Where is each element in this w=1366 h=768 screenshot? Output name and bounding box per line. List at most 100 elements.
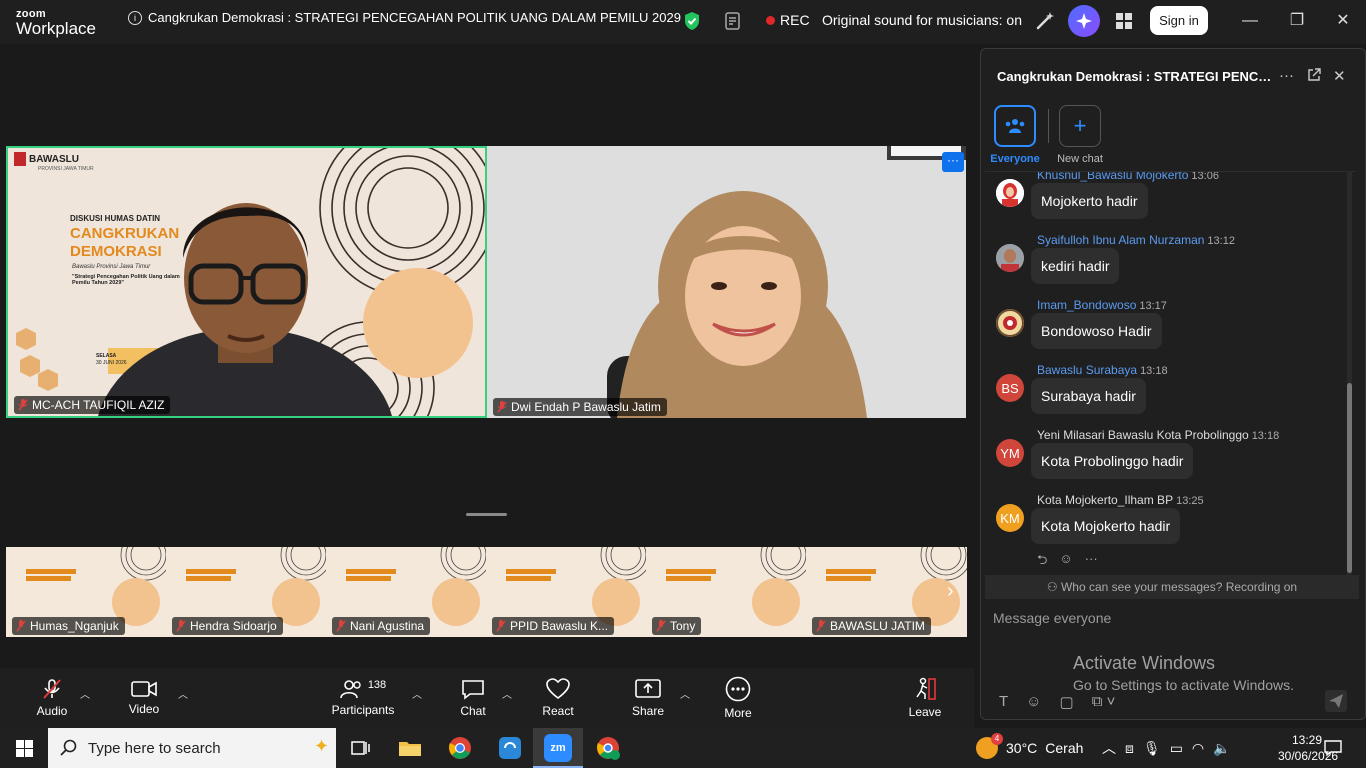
audio-button[interactable]: Audio (30, 668, 74, 728)
resize-handle[interactable] (466, 513, 507, 516)
video-button[interactable]: Video (122, 668, 166, 728)
file-explorer-icon[interactable] (396, 734, 424, 762)
participant-name: Tony (670, 619, 696, 633)
chat-scrollbar[interactable] (1347, 171, 1352, 575)
thumbnail-tile[interactable]: Nani Agustina (326, 547, 486, 637)
tile-more-options-button[interactable]: ··· (942, 152, 964, 172)
scrollbar-thumb[interactable] (1347, 383, 1352, 573)
chevron-right-icon[interactable]: › (947, 580, 965, 604)
volume-icon[interactable]: 🔈 (1213, 740, 1230, 757)
emoji-react-icon[interactable]: ☺ (1059, 551, 1072, 573)
participants-caret-icon[interactable]: ︿ (412, 686, 422, 701)
message-bubble[interactable]: Bondowoso Hadir (1031, 313, 1162, 349)
microphone-icon[interactable]: 🎙 (1143, 740, 1161, 757)
chrome-icon[interactable] (446, 734, 474, 762)
more-label: More (724, 706, 752, 720)
thumbnail-tile[interactable]: Humas_Nganjuk (6, 547, 166, 637)
message-bubble[interactable]: Kota Probolinggo hadir (1031, 443, 1194, 479)
sender-name[interactable]: Bawaslu Surabaya (1037, 363, 1137, 377)
task-view-icon[interactable] (346, 734, 374, 762)
windows-start-icon[interactable] (16, 740, 33, 757)
app-icon[interactable] (496, 734, 524, 762)
apps-grid-icon[interactable] (1116, 13, 1132, 29)
chat-message-list[interactable]: Khusnul_Bawaslu Mojokerto 13:06 Mojokerto… (985, 171, 1355, 573)
notification-icon[interactable] (1324, 739, 1342, 757)
send-icon[interactable] (1324, 689, 1348, 713)
message-bubble[interactable]: kediri hadir (1031, 248, 1120, 284)
file-icon[interactable]: ▢ (1060, 693, 1074, 711)
pop-out-icon[interactable] (1307, 68, 1321, 82)
system-tray: ︿ ⧈ 🎙 ▭ ◠ 🔈 (1102, 728, 1231, 768)
wifi-icon[interactable]: ◠ (1192, 740, 1204, 757)
share-caret-icon[interactable]: ︿ (680, 686, 690, 701)
react-button[interactable]: React (536, 668, 580, 728)
ellipsis-icon[interactable]: ··· (1279, 67, 1294, 84)
mic-muted-icon (16, 620, 26, 632)
close-icon[interactable]: ✕ (1334, 12, 1352, 30)
participant-video (487, 146, 966, 418)
audio-options-caret-icon[interactable]: ︿ (80, 686, 90, 701)
participant-namebar: Dwi Endah P Bawaslu Jatim (493, 398, 667, 416)
close-panel-icon[interactable]: ✕ (1333, 67, 1346, 85)
leave-button[interactable]: Leave (903, 668, 947, 728)
taskbar-search[interactable]: Type here to search ✦ (48, 728, 336, 768)
channel-everyone-label: Everyone (990, 153, 1040, 165)
channel-everyone[interactable]: Everyone (985, 105, 1045, 165)
message-time: 13:25 (1176, 495, 1204, 507)
meet-now-icon[interactable]: ⧈ (1125, 740, 1134, 757)
chat-button[interactable]: Chat (452, 668, 494, 728)
weather-widget[interactable]: 4 30°C Cerah (976, 728, 1083, 768)
security-shield-icon[interactable] (683, 11, 701, 31)
mic-muted-icon (816, 620, 826, 632)
battery-icon[interactable]: ▭ (1170, 740, 1183, 757)
transcript-icon[interactable] (724, 11, 742, 31)
emoji-icon[interactable]: ☺ (1026, 693, 1041, 711)
ai-companion-button[interactable] (1068, 5, 1100, 37)
sender-name[interactable]: Imam_Bondowoso (1037, 298, 1136, 312)
chat-bubble-icon (462, 680, 484, 700)
magic-wand-icon[interactable] (1034, 10, 1056, 32)
video-tile-participant[interactable]: ··· Dwi Endah P Bawaslu Jatim (487, 146, 966, 418)
reply-icon[interactable]: ⮌ (1037, 551, 1047, 573)
sign-in-button[interactable]: Sign in (1150, 6, 1208, 35)
recording-indicator[interactable]: REC (766, 12, 810, 28)
original-sound-status[interactable]: Original sound for musicians: on (822, 12, 1022, 28)
sender-name[interactable]: Khusnul_Bawaslu Mojokerto (1037, 172, 1188, 182)
participants-count: 138 (367, 679, 387, 691)
share-button[interactable]: Share (626, 668, 670, 728)
thumbnail-tile[interactable]: BAWASLU JATIM › (806, 547, 967, 637)
sender-name[interactable]: Yeni Milasari Bawaslu Kota Probolinggo (1037, 428, 1249, 442)
message-sender: Khusnul_Bawaslu Mojokerto 13:06 (1037, 172, 1219, 182)
restore-icon[interactable]: ❐ (1288, 12, 1306, 30)
chrome-profile-icon[interactable] (594, 734, 622, 762)
participant-namebar: Tony (652, 617, 702, 635)
message-input[interactable]: Message everyone (993, 610, 1111, 626)
participant-namebar: Humas_Nganjuk (12, 617, 125, 635)
poster-line5: "Strategi Pencegahan Politik Uang dalam … (72, 274, 180, 286)
screenshot-icon[interactable]: ⧉ ˅ (1092, 693, 1116, 711)
thumbnail-tile[interactable]: PPID Bawaslu K... (486, 547, 646, 637)
sender-name[interactable]: Kota Mojokerto_Ilham BP (1037, 493, 1173, 507)
sender-name[interactable]: Syaifulloh Ibnu Alam Nurzaman (1037, 233, 1204, 247)
meeting-title[interactable]: i Cangkrukan Demokrasi : STRATEGI PENCEG… (128, 10, 681, 25)
message-bubble[interactable]: Kota Mojokerto hadir (1031, 508, 1181, 544)
zoom-taskbar-item[interactable]: zm (533, 728, 583, 768)
participants-button[interactable]: 138 Participants (328, 668, 398, 728)
video-options-caret-icon[interactable]: ︿ (178, 686, 188, 701)
message-bubble[interactable]: Mojokerto hadir (1031, 183, 1148, 219)
minimize-icon[interactable]: — (1241, 12, 1259, 30)
info-icon[interactable]: i (128, 10, 142, 25)
video-tile-speaker[interactable]: BAWASLU PROVINSI JAWA TIMUR DISKUSI HUMA… (6, 146, 487, 418)
chat-caret-icon[interactable]: ︿ (502, 686, 512, 701)
text-format-icon[interactable]: T (999, 693, 1008, 711)
thumbnail-tile[interactable]: Hendra Sidoarjo (166, 547, 326, 637)
who-can-see-banner[interactable]: ⚇ Who can see your messages? Recording o… (985, 575, 1359, 599)
channel-new-chat[interactable]: + New chat (1050, 105, 1110, 165)
thumbnail-tile[interactable]: Tony (646, 547, 806, 637)
message-bubble[interactable]: Surabaya hadir (1031, 378, 1146, 414)
more-actions-icon[interactable]: ··· (1085, 551, 1098, 573)
poster-line2: CANGKRUKAN (70, 225, 180, 242)
chevron-up-icon[interactable]: ︿ (1102, 738, 1116, 758)
more-button[interactable]: More (716, 668, 760, 728)
participant-namebar: Hendra Sidoarjo (172, 617, 283, 635)
